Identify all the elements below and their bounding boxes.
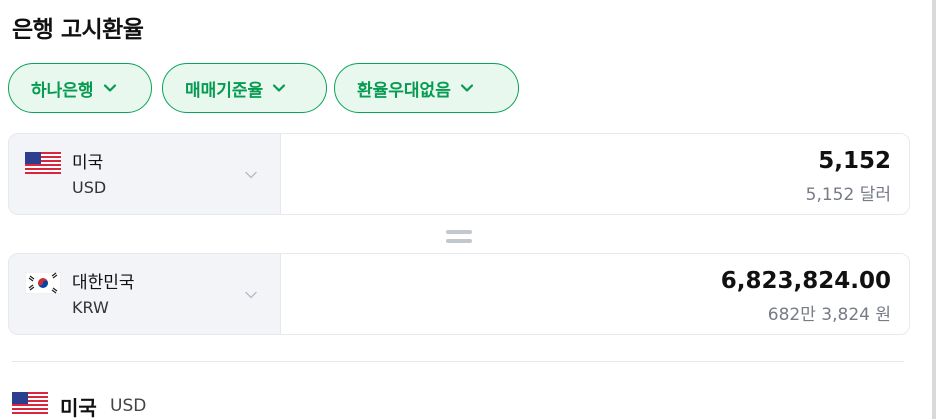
rate-type-filter-label: 매매기준율 [185,80,264,101]
from-amount-text: 5,152 달러 [805,185,891,205]
to-amount-value: 6,823,824.00 [720,268,891,294]
chevron-down-icon [245,291,257,299]
section-divider [12,361,904,362]
page-title: 은행 고시환율 [12,17,144,43]
to-currency-row: 대한민국 KRW 6,823,824.00 682만 3,824 원 [8,253,910,335]
chevron-down-icon [103,84,116,92]
equals-icon [446,230,472,244]
us-flag-icon [12,392,48,414]
to-currency-code: KRW [72,298,109,317]
scrollbar[interactable] [932,0,936,419]
chevron-down-icon [273,84,286,92]
to-currency-name: 대한민국 [72,273,135,293]
to-amount-text: 682만 3,824 원 [767,305,891,325]
from-currency-code: USD [72,178,107,197]
rate-type-filter-button[interactable]: 매매기준율 [162,63,327,113]
from-currency-select[interactable]: 미국 USD [9,134,281,214]
chevron-down-icon [460,84,473,92]
kr-flag-icon [25,272,61,294]
detail-currency-code: USD [110,396,147,416]
from-currency-row: 미국 USD 5,152 5,152 달러 [8,133,910,215]
to-currency-select[interactable]: 대한민국 KRW [9,254,281,334]
to-amount-input[interactable]: 6,823,824.00 682만 3,824 원 [281,254,909,334]
bank-filter-label: 하나은행 [31,80,94,101]
from-currency-name: 미국 [72,153,104,173]
us-flag-icon [25,152,61,174]
discount-filter-label: 환율우대없음 [357,80,451,101]
from-amount-value: 5,152 [818,148,891,174]
bank-filter-button[interactable]: 하나은행 [8,63,152,113]
detail-currency-name: 미국 [60,396,97,419]
discount-filter-button[interactable]: 환율우대없음 [334,63,519,113]
chevron-down-icon [245,171,257,179]
from-amount-input[interactable]: 5,152 5,152 달러 [281,134,909,214]
